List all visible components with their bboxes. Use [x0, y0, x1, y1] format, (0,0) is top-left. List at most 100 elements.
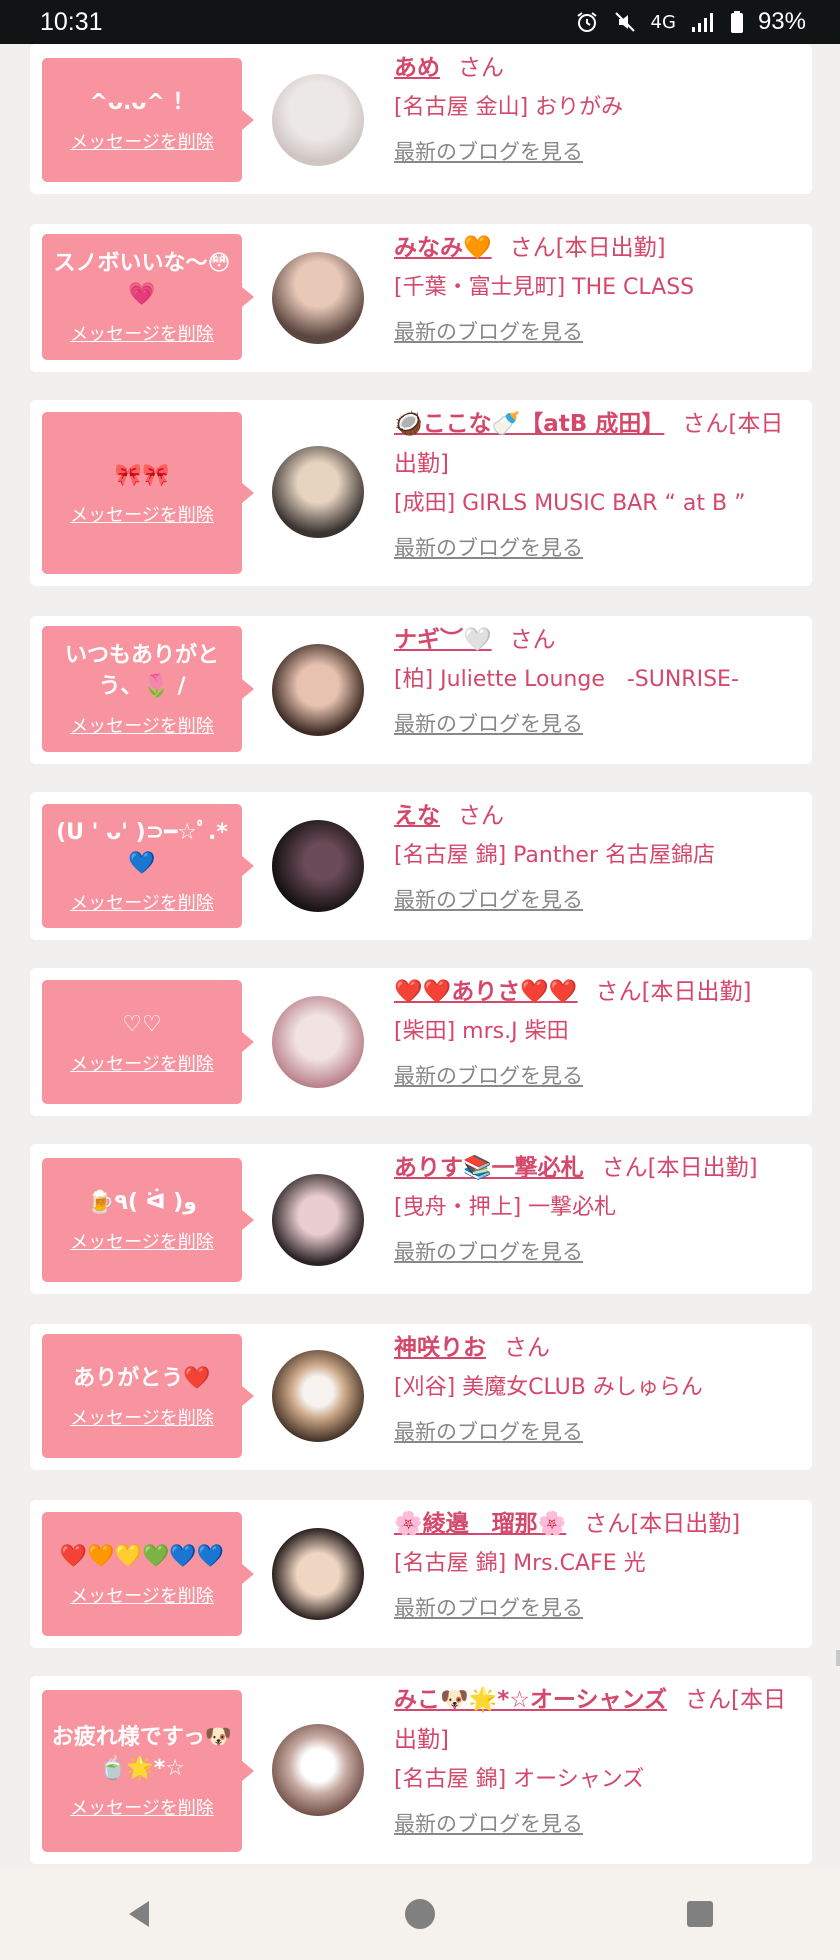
message-text: (U ' ᴗ' )⊃━☆ﾟ.*💙 — [56, 820, 228, 876]
cast-name-link[interactable]: みなみ🧡 — [394, 235, 492, 261]
shop-info: [曳舟・押上] 一撃必札 — [394, 1195, 617, 1220]
cast-name-link[interactable]: ナギ︶🤍 — [394, 627, 492, 653]
recents-button[interactable] — [660, 1884, 740, 1944]
message-text: ^ᴗ.ᴗ^ ！ — [89, 89, 195, 115]
signal-icon — [691, 13, 713, 32]
shop-info: [刈谷] 美魔女CLUB みしゅらん — [394, 1375, 703, 1400]
shop-info: [名古屋 錦] Panther 名古屋錦店 — [394, 843, 715, 868]
message-bubble: 🍺٩( ᐛ )و メッセージを削除 — [42, 1158, 254, 1282]
latest-blog-link[interactable]: 最新のブログを見る — [394, 528, 583, 568]
delete-message-link[interactable]: メッセージを削除 — [70, 1404, 214, 1430]
status-bar: 10:31 4G 93% — [0, 0, 840, 44]
delete-message-link[interactable]: メッセージを削除 — [70, 501, 214, 527]
avatar[interactable] — [272, 74, 364, 166]
cast-name-link[interactable]: ありす📚一撃必札 — [394, 1155, 584, 1181]
delete-message-link[interactable]: メッセージを削除 — [70, 1794, 214, 1820]
recents-icon — [687, 1901, 713, 1927]
status-time: 10:31 — [40, 7, 103, 36]
message-bubble: ♡♡ メッセージを削除 — [42, 980, 254, 1104]
latest-blog-link[interactable]: 最新のブログを見る — [394, 1232, 583, 1272]
avatar[interactable] — [272, 996, 364, 1088]
message-bubble: ^ᴗ.ᴗ^ ！ メッセージを削除 — [42, 58, 254, 182]
message-card: ありがとう❤️ メッセージを削除 神咲りお さん [刈谷] 美魔女CLUB みしゅ… — [30, 1324, 812, 1470]
status-icons: 4G 93% — [575, 8, 806, 36]
avatar[interactable] — [272, 1350, 364, 1442]
name-suffix: さん — [504, 1335, 550, 1361]
name-suffix: さん[本日出勤] — [601, 1155, 758, 1181]
message-text: スノボいいな〜😳💗 — [53, 251, 231, 307]
message-text: ♡♡ — [122, 1011, 162, 1037]
avatar[interactable] — [272, 252, 364, 344]
cast-name-link[interactable]: みこ🐶🌟*☆オーシャンズ — [394, 1687, 667, 1713]
battery-percent: 93% — [757, 8, 806, 35]
shop-info: [名古屋 錦] オーシャンズ — [394, 1767, 645, 1792]
back-button[interactable] — [100, 1884, 180, 1944]
name-suffix: さん — [509, 627, 556, 653]
delete-message-link[interactable]: メッセージを削除 — [70, 1050, 214, 1076]
message-text: ❤️🧡💛💚💙💙 — [59, 1543, 225, 1569]
latest-blog-link[interactable]: 最新のブログを見る — [394, 1804, 583, 1844]
battery-icon — [730, 11, 743, 33]
alarm-icon — [576, 12, 597, 32]
delete-message-link[interactable]: メッセージを削除 — [70, 712, 214, 738]
latest-blog-link[interactable]: 最新のブログを見る — [394, 1588, 583, 1628]
avatar[interactable] — [272, 820, 364, 912]
shop-info: [名古屋 錦] Mrs.CAFE 光 — [394, 1551, 646, 1576]
message-card: 🎀🎀 メッセージを削除 🥥ここな🍼【atB 成田】 さん[本日出勤] [成田] G… — [30, 400, 812, 586]
delete-message-link[interactable]: メッセージを削除 — [70, 128, 214, 154]
latest-blog-link[interactable]: 最新のブログを見る — [394, 1412, 583, 1452]
message-bubble: スノボいいな〜😳💗 メッセージを削除 — [42, 234, 254, 360]
home-icon — [405, 1899, 435, 1929]
shop-info: [千葉・富士見町] THE CLASS — [394, 275, 695, 300]
cast-name-link[interactable]: ❤️❤️ありさ❤️❤️ — [394, 979, 578, 1005]
avatar[interactable] — [272, 644, 364, 736]
message-card: いつもありがとう、🌷 / メッセージを削除 ナギ︶🤍 さん [柏] Juliett… — [30, 616, 812, 764]
message-card: ^ᴗ.ᴗ^ ！ メッセージを削除 あめ さん [名古屋 金山] おりがみ 最新のブ… — [30, 44, 812, 194]
message-bubble: いつもありがとう、🌷 / メッセージを削除 — [42, 626, 254, 752]
shop-info: [柴田] mrs.J 柴田 — [394, 1019, 569, 1044]
cast-name-link[interactable]: 神咲りお — [394, 1335, 486, 1361]
message-card: お疲れ様ですっ🐶🍵🌟*☆ メッセージを削除 みこ🐶🌟*☆オーシャンズ さん[本日出… — [30, 1676, 812, 1864]
cast-name-link[interactable]: 🥥ここな🍼【atB 成田】 — [394, 411, 664, 437]
message-bubble: お疲れ様ですっ🐶🍵🌟*☆ メッセージを削除 — [42, 1690, 254, 1852]
latest-blog-link[interactable]: 最新のブログを見る — [394, 312, 583, 352]
shop-info: [成田] GIRLS MUSIC BAR “ at B ” — [394, 491, 746, 516]
network-type: 4G — [650, 11, 676, 33]
delete-message-link[interactable]: メッセージを削除 — [70, 1228, 214, 1254]
name-suffix: さん — [458, 55, 504, 81]
name-suffix: さん[本日出勤] — [595, 979, 752, 1005]
cast-name-link[interactable]: 🌸綾邉 瑠那🌸 — [394, 1511, 566, 1537]
message-text: いつもありがとう、🌷 / — [64, 643, 219, 699]
cast-name-link[interactable]: えな — [394, 803, 440, 829]
latest-blog-link[interactable]: 最新のブログを見る — [394, 880, 583, 920]
navigation-bar — [0, 1868, 840, 1960]
cast-name-link[interactable]: あめ — [394, 55, 440, 81]
message-card: (U ' ᴗ' )⊃━☆ﾟ.*💙 メッセージを削除 えな さん [名古屋 錦] P… — [30, 792, 812, 940]
latest-blog-link[interactable]: 最新のブログを見る — [394, 132, 583, 172]
message-card: スノボいいな〜😳💗 メッセージを削除 みなみ🧡 さん[本日出勤] [千葉・富士見町… — [30, 224, 812, 372]
message-text: お疲れ様ですっ🐶🍵🌟*☆ — [51, 1725, 233, 1781]
message-bubble: (U ' ᴗ' )⊃━☆ﾟ.*💙 メッセージを削除 — [42, 804, 254, 928]
latest-blog-link[interactable]: 最新のブログを見る — [394, 1056, 583, 1096]
mute-icon — [614, 12, 635, 32]
message-card: 🍺٩( ᐛ )و メッセージを削除 ありす📚一撃必札 さん[本日出勤] [曳舟・押… — [30, 1144, 812, 1294]
latest-blog-link[interactable]: 最新のブログを見る — [394, 704, 583, 744]
delete-message-link[interactable]: メッセージを削除 — [70, 889, 214, 915]
message-text: ありがとう❤️ — [73, 1365, 211, 1391]
name-suffix: さん[本日出勤] — [584, 1511, 741, 1537]
avatar[interactable] — [272, 1174, 364, 1266]
message-bubble: ❤️🧡💛💚💙💙 メッセージを削除 — [42, 1512, 254, 1636]
scrollbar-thumb[interactable] — [836, 1650, 840, 1666]
avatar[interactable] — [272, 1528, 364, 1620]
message-card: ♡♡ メッセージを削除 ❤️❤️ありさ❤️❤️ さん[本日出勤] [柴田] mrs… — [30, 968, 812, 1116]
home-button[interactable] — [380, 1884, 460, 1944]
avatar[interactable] — [272, 1724, 364, 1816]
delete-message-link[interactable]: メッセージを削除 — [70, 1582, 214, 1608]
message-text: 🎀🎀 — [114, 462, 170, 488]
name-suffix: さん — [458, 803, 504, 829]
shop-info: [名古屋 金山] おりがみ — [394, 95, 624, 120]
shop-info: [柏] Juliette Lounge -SUNRISE- — [394, 667, 739, 692]
message-bubble: 🎀🎀 メッセージを削除 — [42, 412, 254, 574]
avatar[interactable] — [272, 446, 364, 538]
delete-message-link[interactable]: メッセージを削除 — [70, 320, 214, 346]
